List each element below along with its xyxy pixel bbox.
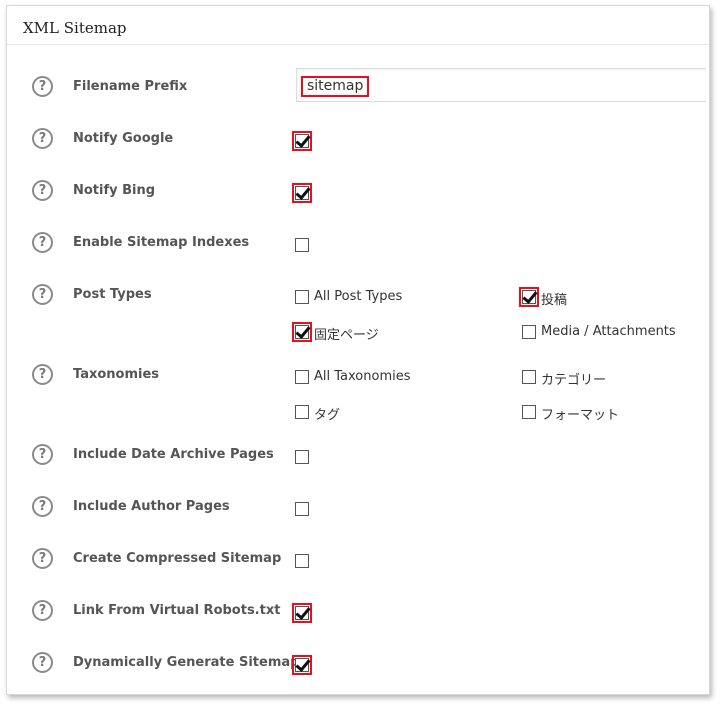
dynamic-sitemap-label: Dynamically Generate Sitemap [73,655,300,670]
row-notify-google: ? Notify Google [7,128,709,168]
help-icon[interactable]: ? [32,76,53,97]
panel-title: XML Sitemap [23,19,127,37]
compressed-sitemap-checkbox[interactable] [295,554,309,568]
row-taxonomies: ? Taxonomies All Taxonomies カテゴリー タグ フォー… [7,364,709,434]
robots-link-label: Link From Virtual Robots.txt [73,603,281,618]
row-enable-sitemap-indexes: ? Enable Sitemap Indexes [7,232,709,272]
enable-sitemap-indexes-checkbox[interactable] [295,238,309,252]
taxonomy-all-label: All Taxonomies [314,369,411,384]
help-icon[interactable]: ? [32,600,53,621]
post-type-media-label: Media / Attachments [541,324,676,339]
taxonomy-tag-checkbox[interactable] [295,405,309,419]
taxonomy-format-label: フォーマット [541,408,620,423]
taxonomy-all-checkbox[interactable] [295,370,309,384]
filename-prefix-value: sitemap [301,76,370,97]
taxonomy-format-checkbox[interactable] [522,405,536,419]
taxonomy-category-label: カテゴリー [541,373,607,388]
post-type-post-label: 投稿 [541,293,568,308]
date-archive-checkbox[interactable] [295,450,309,464]
enable-sitemap-indexes-label: Enable Sitemap Indexes [73,235,250,250]
row-date-archive: ? Include Date Archive Pages [7,444,709,484]
help-icon[interactable]: ? [32,652,53,673]
date-archive-label: Include Date Archive Pages [73,447,274,462]
author-pages-checkbox[interactable] [295,502,309,516]
filename-prefix-input[interactable]: sitemap [296,68,706,102]
row-notify-bing: ? Notify Bing [7,180,709,220]
dynamic-sitemap-checkbox[interactable] [292,655,312,675]
xml-sitemap-panel: XML Sitemap ? Filename Prefix sitemap ? … [6,5,710,695]
filename-prefix-label: Filename Prefix [73,79,188,94]
help-icon[interactable]: ? [32,128,53,149]
taxonomy-tag-label: タグ [314,408,341,423]
row-robots-link: ? Link From Virtual Robots.txt [7,600,709,640]
post-type-page-checkbox[interactable] [292,322,312,342]
taxonomy-category-checkbox[interactable] [522,370,536,384]
author-pages-label: Include Author Pages [73,499,230,514]
help-icon[interactable]: ? [32,364,53,385]
notify-bing-label: Notify Bing [73,183,156,198]
help-icon[interactable]: ? [32,232,53,253]
notify-google-checkbox[interactable] [292,131,312,151]
row-post-types: ? Post Types All Post Types 投稿 固定ページ Med… [7,284,709,354]
row-dynamic-sitemap: ? Dynamically Generate Sitemap [7,652,709,692]
compressed-sitemap-label: Create Compressed Sitemap [73,551,282,566]
panel-header: XML Sitemap [7,6,709,45]
help-icon[interactable]: ? [32,180,53,201]
help-icon[interactable]: ? [32,284,53,305]
post-type-media-checkbox[interactable] [522,325,536,339]
row-compressed-sitemap: ? Create Compressed Sitemap [7,548,709,588]
help-icon[interactable]: ? [32,496,53,517]
post-type-all-checkbox[interactable] [295,290,309,304]
row-author-pages: ? Include Author Pages [7,496,709,536]
taxonomies-label: Taxonomies [73,367,160,382]
post-type-post-checkbox[interactable] [519,287,539,307]
notify-bing-checkbox[interactable] [292,183,312,203]
post-types-label: Post Types [73,287,152,302]
post-type-page-label: 固定ページ [314,328,379,343]
help-icon[interactable]: ? [32,548,53,569]
help-icon[interactable]: ? [32,444,53,465]
robots-link-checkbox[interactable] [292,603,312,623]
notify-google-label: Notify Google [73,131,174,146]
post-type-all-label: All Post Types [314,289,403,304]
